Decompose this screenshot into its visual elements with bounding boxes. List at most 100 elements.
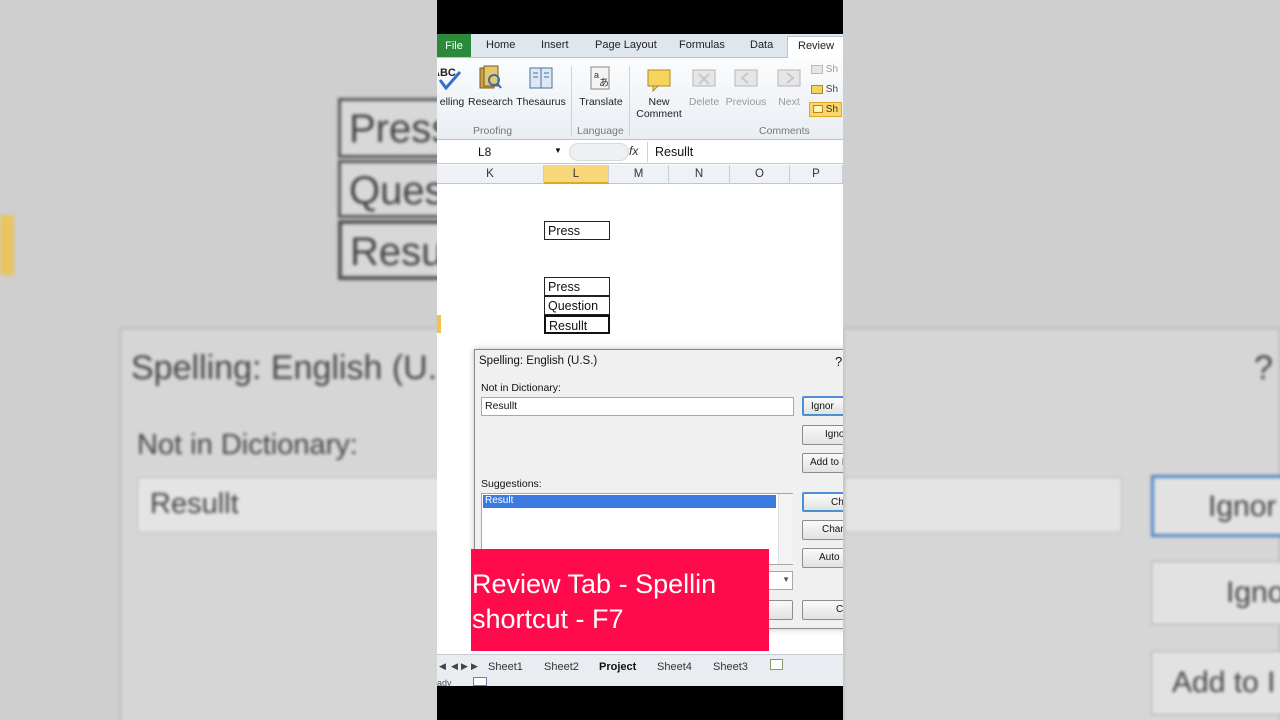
suggestions-label: Suggestions: [481,478,542,490]
formula-input[interactable]: Resullt [647,142,843,162]
delete-comment-button[interactable]: Delete [685,64,723,108]
ink-small-icon [813,105,823,114]
blurred-dialog-right: ? Ignor Igno Add to I [843,328,1280,720]
last-sheet-icon[interactable]: ▶ [471,661,478,672]
dialog-title: Spelling: English (U.S.) [479,355,598,367]
chevron-down-icon: ▼ [782,575,790,584]
first-sheet-icon[interactable]: ◀ [439,661,446,672]
ribbon-tabs: File Home Insert Page Layout Formulas Da… [437,34,843,58]
sheet-tab-sheet1[interactable]: Sheet1 [488,661,523,673]
blurred-field-right [844,477,1122,533]
group-proofing-label: Proofing [473,125,513,137]
tab-data[interactable]: Data [750,39,773,51]
sheet-tab-sheet4[interactable]: Sheet4 [657,661,692,673]
name-box-value: L8 [478,145,492,159]
blurred-cell-question: Ques [338,160,437,218]
group-language-label: Language [577,125,624,137]
previous-comment-button[interactable]: Previous [725,64,767,108]
not-in-dictionary-field[interactable]: Resullt [481,397,794,416]
blurred-ignore-once: Ignor [1151,475,1280,537]
macro-record-icon[interactable] [473,677,487,686]
next-label: Next [778,96,800,108]
group-comments-label: Comments [759,125,810,137]
name-box[interactable]: L8 ▼ [437,142,565,162]
chevron-down-icon[interactable]: ▼ [554,146,562,155]
tab-review[interactable]: Review [787,36,843,58]
delete-label: Delete [688,96,720,108]
blurred-row-marker [0,215,14,275]
blurred-background-left: Press Ques Resu Spelling: English (U. No… [0,0,437,720]
formula-controls [569,143,629,161]
spelling-button[interactable]: ABC elling [437,64,467,108]
new-comment-button[interactable]: New Comment [633,64,685,120]
previous-comment-icon [734,69,758,87]
svg-text:あ: あ [599,77,609,89]
thesaurus-label: Thesaurus [516,96,566,108]
tab-home[interactable]: Home [486,39,515,51]
change-all-button[interactable]: Chan [802,520,843,540]
autocorrect-button[interactable]: Auto [802,548,843,568]
status-bar-text: ady [437,678,452,686]
sheet-tabs-bar: ◀ ◀ ▶ ▶ Sheet1 Sheet2 Project Sheet4 She… [437,654,843,686]
blurred-dialog: Spelling: English (U. Not in Dictionary:… [120,328,437,720]
ignore-all-button[interactable]: Igno [802,425,843,445]
video-frame: File Home Insert Page Layout Formulas Da… [437,0,843,720]
sheet-tab-sheet3[interactable]: Sheet3 [713,661,748,673]
research-button[interactable]: Research [468,64,513,108]
cell-l8-active[interactable]: Resullt [544,315,610,334]
translate-label: Translate [579,96,623,108]
thesaurus-button[interactable]: Thesaurus [515,64,567,108]
suggestions-scrollbar[interactable] [778,494,793,564]
show-all-comments-item[interactable]: Sh [811,84,838,95]
spelling-icon: ABC [438,67,462,91]
show-ink-item[interactable]: Sh [809,102,843,117]
column-header-o[interactable]: O [730,165,790,184]
cancel-button[interactable]: C [802,600,843,620]
group-separator [629,66,630,136]
spelling-label: elling [439,96,465,108]
column-header-n[interactable]: N [669,165,730,184]
tab-page-layout[interactable]: Page Layout [595,39,657,51]
svg-text:ABC: ABC [438,67,456,79]
not-in-dictionary-label: Not in Dictionary: [481,382,561,394]
sheet-tab-project[interactable]: Project [599,661,636,673]
change-button[interactable]: Ch [802,492,843,512]
column-header-l[interactable]: L [544,165,609,184]
new-comment-label-2: Comment [636,108,682,120]
blurred-ignore-all: Igno [1151,561,1280,625]
thesaurus-icon [529,67,553,89]
column-headers: K L M N O P [437,165,843,184]
blurred-not-in-dictionary: Not in Dictionary: [137,429,358,461]
ignore-once-button[interactable]: Ignor [802,396,843,416]
blurred-help: ? [1254,349,1273,387]
translate-button[interactable]: a あ Translate [577,64,625,108]
insert-sheet-icon[interactable] [770,659,783,673]
cell-l-press[interactable]: Press [544,277,610,296]
active-row-marker [437,315,441,333]
tab-formulas[interactable]: Formulas [679,39,725,51]
column-header-m[interactable]: M [609,165,669,184]
insert-function-icon[interactable]: fx [629,144,638,158]
show-hide-comment-item[interactable]: Sh [811,64,838,75]
prev-sheet-icon[interactable]: ◀ [451,661,458,672]
next-comment-button[interactable]: Next [771,64,807,108]
column-header-p[interactable]: P [790,165,843,184]
tab-file[interactable]: File [437,34,471,57]
sheet-tab-sheet2[interactable]: Sheet2 [544,661,579,673]
caption-line-2: shortcut - F7 [472,604,624,634]
new-comment-label-1: New [648,96,670,108]
suggestion-selected[interactable]: Result [483,495,776,508]
comments-small-icon [811,84,823,94]
research-label: Research [468,96,513,108]
add-to-dictionary-button[interactable]: Add to I [802,453,843,473]
help-icon[interactable]: ? [835,354,842,369]
formula-bar: L8 ▼ fx Resullt [437,140,843,164]
next-sheet-icon[interactable]: ▶ [461,661,468,672]
column-header-k[interactable]: K [437,165,544,184]
blurred-word-field: Resullt [137,477,437,533]
tab-insert[interactable]: Insert [541,39,569,51]
cell-l-question[interactable]: Question [544,296,610,315]
cell-l-press-top[interactable]: Press [544,221,610,240]
blurred-cell-press: Press [338,98,437,158]
blurred-cell-result: Resu [338,220,437,280]
